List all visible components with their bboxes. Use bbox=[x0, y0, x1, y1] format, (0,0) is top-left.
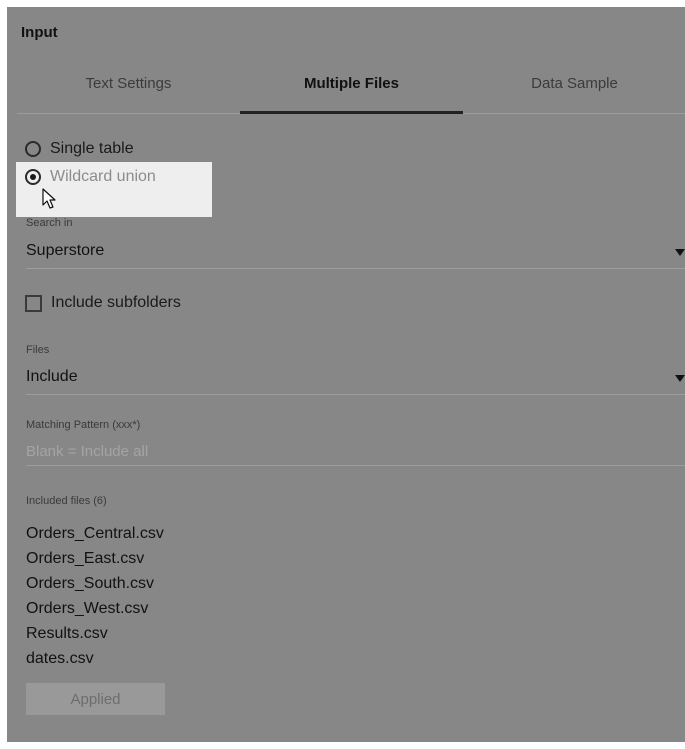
tab-data-sample[interactable]: Data Sample bbox=[463, 71, 685, 113]
files-label: Files bbox=[26, 344, 50, 356]
single-table-option[interactable]: Single table bbox=[25, 140, 134, 158]
list-item: Orders_West.csv bbox=[26, 600, 149, 617]
applied-button[interactable]: Applied bbox=[26, 683, 165, 715]
list-item: dates.csv bbox=[26, 650, 94, 667]
include-subfolders-label: Include subfolders bbox=[51, 294, 181, 311]
wildcard-union-radio[interactable] bbox=[25, 169, 41, 185]
matching-pattern-label: Matching Pattern (xxx*) bbox=[26, 419, 141, 431]
caret-down-icon bbox=[675, 375, 685, 382]
wildcard-union-label: Wildcard union bbox=[50, 168, 156, 185]
tab-text-settings[interactable]: Text Settings bbox=[17, 71, 240, 113]
search-in-dropdown[interactable]: Superstore bbox=[26, 242, 685, 269]
caret-down-icon bbox=[675, 249, 685, 256]
include-subfolders-option[interactable]: Include subfolders bbox=[25, 294, 181, 312]
list-item: Orders_South.csv bbox=[26, 575, 155, 592]
files-filter-dropdown[interactable]: Include bbox=[26, 368, 685, 395]
panel-title: Input bbox=[21, 24, 58, 41]
include-subfolders-checkbox[interactable] bbox=[25, 294, 42, 312]
list-item: Results.csv bbox=[26, 625, 108, 642]
search-in-label: Search in bbox=[26, 217, 73, 229]
mouse-pointer-icon bbox=[42, 188, 56, 209]
matching-pattern-field[interactable] bbox=[26, 440, 685, 466]
tab-multiple-files[interactable]: Multiple Files bbox=[240, 71, 463, 114]
input-panel: Input Text Settings Multiple Files Data … bbox=[7, 7, 685, 742]
matching-pattern-input[interactable] bbox=[26, 440, 685, 462]
included-files-list: Orders_Central.csv Orders_East.csv Order… bbox=[26, 521, 164, 671]
included-files-label: Included files (6) bbox=[26, 495, 107, 507]
single-table-radio[interactable] bbox=[25, 141, 41, 157]
list-item: Orders_Central.csv bbox=[26, 525, 164, 542]
tab-bar: Text Settings Multiple Files Data Sample bbox=[17, 71, 685, 114]
single-table-label: Single table bbox=[50, 140, 134, 157]
search-in-value: Superstore bbox=[26, 242, 105, 259]
list-item: Orders_East.csv bbox=[26, 550, 145, 567]
wildcard-union-option[interactable]: Wildcard union bbox=[25, 168, 156, 186]
files-filter-value: Include bbox=[26, 368, 78, 385]
